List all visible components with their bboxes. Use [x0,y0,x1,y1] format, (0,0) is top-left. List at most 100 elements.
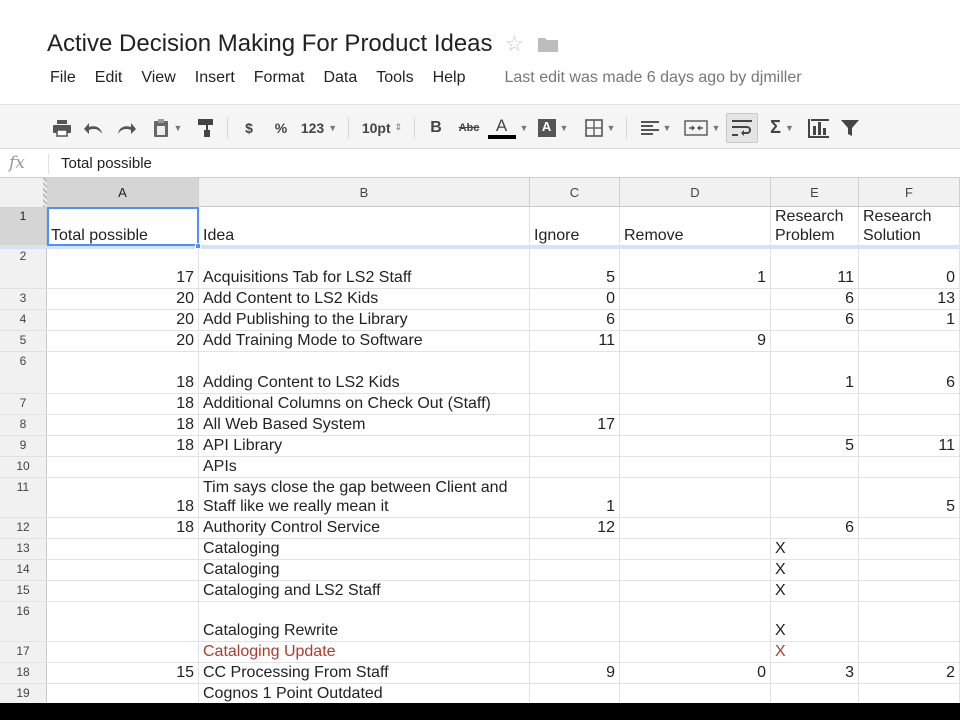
row-header[interactable]: 1 [0,207,47,246]
row-header[interactable]: 7 [0,394,47,414]
functions-button[interactable]: Σ ▼ [762,105,802,150]
row-header[interactable]: 2 [0,247,47,288]
cell-c5[interactable]: 11 [530,331,620,351]
cell-b16[interactable]: Cataloging Rewrite [199,602,530,641]
row-header[interactable]: 17 [0,642,47,662]
cell-d11[interactable] [620,478,771,517]
last-edit-status[interactable]: Last edit was made 6 days ago by djmille… [505,69,802,87]
cell-b11[interactable]: Tim says close the gap between Client an… [199,478,530,517]
row-header[interactable]: 4 [0,310,47,330]
menu-tools[interactable]: Tools [376,69,413,87]
cell-f12[interactable] [859,518,960,538]
fill-handle[interactable] [195,243,201,249]
cell-b15[interactable]: Cataloging and LS2 Staff [199,581,530,601]
cell-b9[interactable]: API Library [199,436,530,456]
number-format-button[interactable]: 123 ▼ [297,105,341,150]
cell-f10[interactable] [859,457,960,477]
cell-c10[interactable] [530,457,620,477]
cell-f5[interactable] [859,331,960,351]
column-header-a[interactable]: A [47,178,199,207]
cell-c18[interactable]: 9 [530,663,620,683]
cell-b10[interactable]: APIs [199,457,530,477]
cell-e17[interactable]: X [771,642,859,662]
column-header-d[interactable]: D [620,178,771,207]
cell-c12[interactable]: 12 [530,518,620,538]
cell-a6[interactable]: 18 [47,352,199,393]
font-size-select[interactable]: 10pt ⇕ [356,105,408,150]
cell-f6[interactable]: 6 [859,352,960,393]
row-header[interactable]: 9 [0,436,47,456]
cell-e16[interactable]: X [771,602,859,641]
cell-c14[interactable] [530,560,620,580]
cell-e10[interactable] [771,457,859,477]
cell-e18[interactable]: 3 [771,663,859,683]
row-header[interactable]: 18 [0,663,47,683]
cell-a3[interactable]: 20 [47,289,199,309]
cell-f18[interactable]: 2 [859,663,960,683]
cell-a18[interactable]: 15 [47,663,199,683]
cell-d5[interactable]: 9 [620,331,771,351]
cell-f8[interactable] [859,415,960,435]
cell-b8[interactable]: All Web Based System [199,415,530,435]
cell-d1[interactable]: Remove [620,207,771,246]
cell-b19[interactable]: Cognos 1 Point Outdated [199,684,530,703]
borders-button[interactable]: ▼ [579,105,621,150]
cell-a15[interactable] [47,581,199,601]
cell-d18[interactable]: 0 [620,663,771,683]
cell-f11[interactable]: 5 [859,478,960,517]
cell-e14[interactable]: X [771,560,859,580]
cell-a19[interactable] [47,684,199,703]
cell-a14[interactable] [47,560,199,580]
row-header[interactable]: 11 [0,478,47,517]
cell-e5[interactable] [771,331,859,351]
cell-e4[interactable]: 6 [771,310,859,330]
currency-format-button[interactable]: $ [238,105,260,150]
row-header[interactable]: 10 [0,457,47,477]
cell-d14[interactable] [620,560,771,580]
cell-e11[interactable] [771,478,859,517]
cell-e9[interactable]: 5 [771,436,859,456]
redo-button[interactable] [114,105,138,150]
cell-b12[interactable]: Authority Control Service [199,518,530,538]
cell-f9[interactable]: 11 [859,436,960,456]
cell-f7[interactable] [859,394,960,414]
row-header[interactable]: 6 [0,352,47,393]
cell-d8[interactable] [620,415,771,435]
cell-d12[interactable] [620,518,771,538]
cell-b2[interactable]: Acquisitions Tab for LS2 Staff [199,247,530,288]
select-all-corner[interactable] [0,178,47,207]
cell-a2[interactable]: 17 [47,247,199,288]
cell-c6[interactable] [530,352,620,393]
cell-e7[interactable] [771,394,859,414]
row-header[interactable]: 15 [0,581,47,601]
column-header-f[interactable]: F [859,178,960,207]
cell-f17[interactable] [859,642,960,662]
document-title[interactable]: Active Decision Making For Product Ideas [47,30,493,58]
cell-d2[interactable]: 1 [620,247,771,288]
undo-button[interactable] [82,105,106,150]
cell-b3[interactable]: Add Content to LS2 Kids [199,289,530,309]
cell-c13[interactable] [530,539,620,559]
cell-b13[interactable]: Cataloging [199,539,530,559]
menu-data[interactable]: Data [323,69,357,87]
cell-f16[interactable] [859,602,960,641]
cell-d15[interactable] [620,581,771,601]
paste-button[interactable]: ▼ [146,105,188,150]
cell-b18[interactable]: CC Processing From Staff [199,663,530,683]
cell-e2[interactable]: 11 [771,247,859,288]
cell-b1[interactable]: Idea [199,207,530,246]
menu-help[interactable]: Help [433,69,466,87]
paint-format-button[interactable] [194,105,218,150]
cell-e3[interactable]: 6 [771,289,859,309]
cell-d16[interactable] [620,602,771,641]
cell-d9[interactable] [620,436,771,456]
menu-format[interactable]: Format [254,69,305,87]
column-header-e[interactable]: E [771,178,859,207]
cell-a13[interactable] [47,539,199,559]
percent-format-button[interactable]: % [270,105,292,150]
cell-e12[interactable]: 6 [771,518,859,538]
cell-a12[interactable]: 18 [47,518,199,538]
cell-b14[interactable]: Cataloging [199,560,530,580]
filter-button[interactable] [838,105,862,150]
cell-a7[interactable]: 18 [47,394,199,414]
